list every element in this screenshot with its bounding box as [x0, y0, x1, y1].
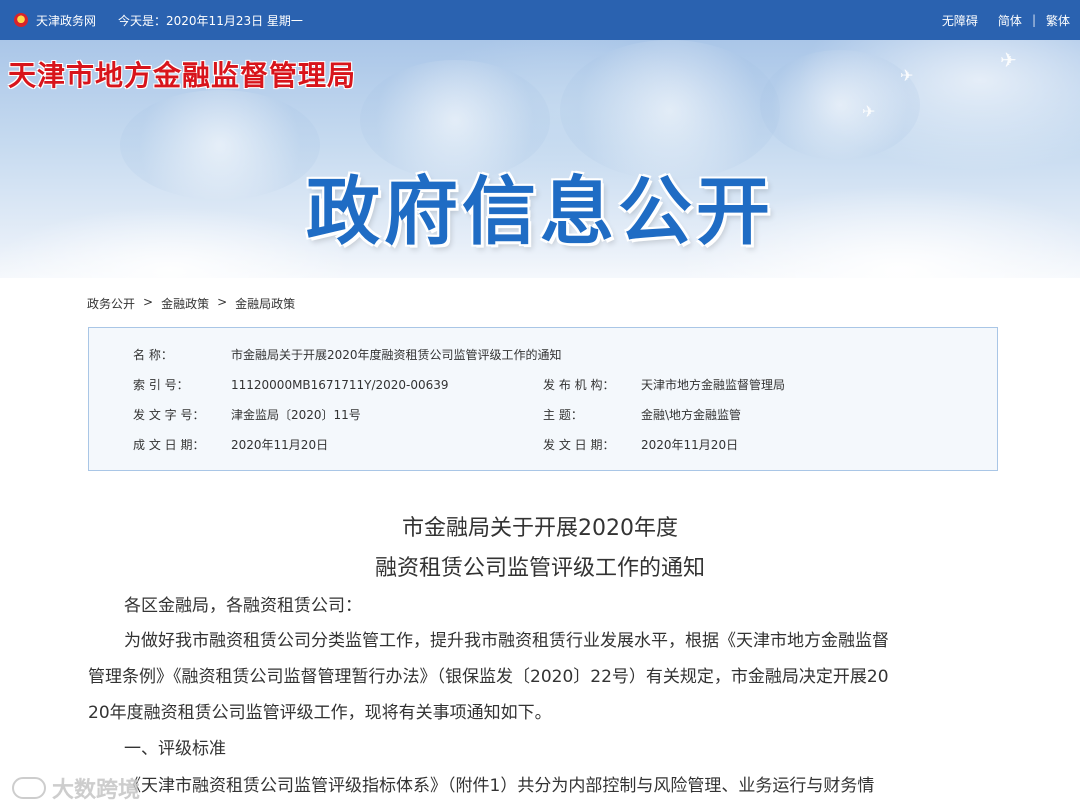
- breadcrumb-item-bureau-policy[interactable]: 金融局政策: [235, 295, 295, 312]
- traditional-chinese-link[interactable]: 繁体: [1046, 12, 1070, 29]
- article-paragraph-line: 20年度融资租赁公司监管评级工作，现将有关事项通知如下。: [88, 703, 552, 723]
- top-bar-left: 天津政务网 今天是：2020年11月23日 星期一: [14, 0, 303, 40]
- current-date: 今天是：2020年11月23日 星期一: [118, 13, 303, 28]
- bird-icon: ✈: [862, 102, 876, 121]
- name-label: 名 称：: [133, 348, 173, 362]
- index-label: 索 引 号：: [133, 378, 189, 392]
- simplified-chinese-link[interactable]: 简体: [998, 12, 1022, 29]
- site-home-link[interactable]: 天津政务网: [36, 12, 96, 29]
- created-date-label: 成 文 日 期：: [133, 438, 205, 452]
- created-date-value: 2020年11月20日: [231, 438, 329, 452]
- breadcrumb-separator: >: [217, 295, 228, 309]
- article-paragraph-line: 管理条例》《融资租赁公司监督管理暂行办法》（银保监发〔2020〕22号）有关规定…: [88, 667, 889, 687]
- header-banner: ✈ ✈ ✈ 天津市地方金融监督管理局 政府信息公开: [0, 40, 1080, 278]
- docno-label: 发 文 字 号：: [133, 408, 205, 422]
- issuer-label: 发 布 机 构：: [543, 378, 615, 392]
- topic-value: 金融\地方金融监管: [641, 408, 742, 422]
- divider: |: [1031, 13, 1036, 27]
- bird-icon: ✈: [900, 66, 914, 85]
- breadcrumb-item-finance-policy[interactable]: 金融政策: [161, 295, 209, 312]
- article-paragraph-line: 《天津市融资租赁公司监管评级指标体系》（附件1）共分为内部控制与风险管理、业务运…: [124, 776, 875, 796]
- breadcrumb: 政务公开 > 金融政策 > 金融局政策: [87, 295, 295, 312]
- decorative-flower: [760, 50, 920, 160]
- breadcrumb-item-gov-affairs[interactable]: 政务公开: [87, 295, 135, 312]
- watermark: 大数跨境: [12, 772, 140, 804]
- article-title-line2: 融资租赁公司监管评级工作的通知: [374, 556, 705, 581]
- issued-date-value: 2020年11月20日: [641, 438, 739, 452]
- top-bar-right: 无障碍 简体 | 繁体: [942, 0, 1070, 40]
- top-bar: 天津政务网 今天是：2020年11月23日 星期一 无障碍 简体 | 繁体: [0, 0, 1080, 40]
- bird-icon: ✈: [1000, 48, 1017, 72]
- article-section-heading: 一、评级标准: [124, 739, 226, 759]
- issued-date-label: 发 文 日 期：: [543, 438, 615, 452]
- article-title-line1: 市金融局关于开展2020年度: [402, 516, 678, 541]
- article-salutation: 各区金融局，各融资租赁公司：: [124, 596, 362, 616]
- breadcrumb-separator: >: [143, 295, 154, 309]
- national-emblem-icon: [14, 13, 28, 27]
- organization-name: 天津市地方金融监督管理局: [8, 59, 357, 92]
- issuer-value: 天津市地方金融监督管理局: [641, 378, 786, 392]
- section-title: 政府信息公开: [306, 169, 774, 255]
- docno-value: 津金监局〔2020〕11号: [231, 408, 361, 422]
- index-value: 11120000MB1671711Y/2020-00639: [231, 378, 449, 392]
- name-value: 市金融局关于开展2020年度融资租赁公司监管评级工作的通知: [231, 348, 562, 362]
- watermark-logo-icon: [12, 777, 46, 799]
- article-paragraph-line: 为做好我市融资租赁公司分类监管工作，提升我市融资租赁行业发展水平，根据《天津市地…: [124, 631, 889, 651]
- document-info-box: 名 称： 市金融局关于开展2020年度融资租赁公司监管评级工作的通知 索 引 号…: [88, 327, 998, 471]
- topic-label: 主 题：: [543, 408, 583, 422]
- accessibility-link[interactable]: 无障碍: [942, 12, 978, 29]
